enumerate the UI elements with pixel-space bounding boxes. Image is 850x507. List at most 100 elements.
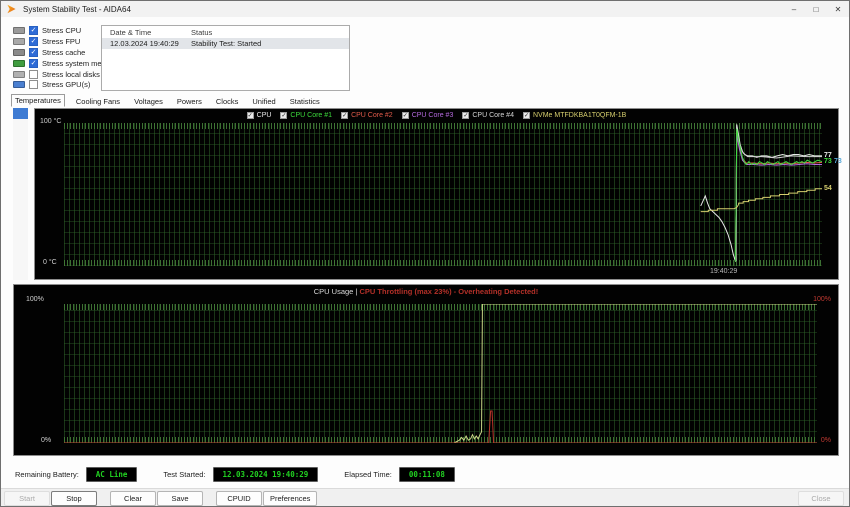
legend-cpu-core-1[interactable]: ✓ CPU Core #1 <box>280 112 332 119</box>
legend-checkbox[interactable]: ✓ <box>522 112 530 119</box>
status-bar: Remaining Battery: AC Line Test Started:… <box>1 462 849 486</box>
tab-unified[interactable]: Unified <box>249 96 278 107</box>
titlebar: System Stability Test - AIDA64 – □ ✕ <box>1 1 849 17</box>
usage-series-canvas <box>64 304 817 443</box>
value-label: 73 <box>824 157 832 165</box>
checkbox-stress-cache[interactable]: ✓ <box>29 47 38 57</box>
usage-title-text: CPU Usage <box>313 287 354 296</box>
temp-time-tick: 19:40:29 <box>710 268 738 275</box>
preferences-button[interactable]: Preferences <box>263 491 318 506</box>
table-row[interactable]: 12.03.2024 19:40:29 Stability Test: Start… <box>102 38 349 49</box>
usage-title-separator: | <box>355 287 358 296</box>
temperature-series-canvas <box>64 123 822 266</box>
stop-button[interactable]: Stop <box>51 491 97 506</box>
legend-label: CPU Core #3 <box>411 112 454 119</box>
cell-datetime: 12.03.2024 19:40:29 <box>110 39 179 48</box>
tab-clocks[interactable]: Clocks <box>213 96 242 107</box>
legend-cpu-core-2[interactable]: ✓ CPU Core #2 <box>341 112 393 119</box>
usage-left-axis-max: 100% <box>26 296 44 303</box>
app-icon <box>7 4 16 14</box>
checkbox-stress-local-disks[interactable] <box>29 69 38 79</box>
checkbox-stress-cpu[interactable]: ✓ <box>29 25 38 35</box>
legend-label: CPU Core #4 <box>472 112 514 119</box>
usage-left-axis-min: 0% <box>41 437 52 444</box>
window-title: System Stability Test - AIDA64 <box>23 4 131 14</box>
value-label: 54 <box>824 184 832 192</box>
legend-label: NVMe MTFDKBA1T0QFM-1B <box>532 112 627 119</box>
event-log-table[interactable]: Date & Time Status 12.03.2024 19:40:29 Sta… <box>101 25 350 91</box>
tab-cooling-fans[interactable]: Cooling Fans <box>73 96 123 107</box>
fpu-icon <box>13 37 25 45</box>
maximize-button[interactable]: □ <box>805 1 827 17</box>
temp-axis-max: 100 °C <box>40 118 62 125</box>
stress-option-label: Stress local disks <box>42 69 100 79</box>
stress-option-label: Stress cache <box>42 47 86 57</box>
cache-icon <box>13 48 25 56</box>
cpu-icon <box>13 26 25 34</box>
graph-legend: ✓ CPU ✓ CPU Core #1 ✓ CPU Core #2 ✓ CPU Core #3… <box>35 110 838 121</box>
close-action-button[interactable]: Close <box>798 491 844 506</box>
test-started-value: 12.03.2024 19:40:29 <box>212 466 319 482</box>
elapsed-time-label: Elapsed Time: <box>344 469 392 479</box>
temperature-graph: ✓ CPU ✓ CPU Core #1 ✓ CPU Core #2 ✓ CPU Core #3… <box>34 108 842 280</box>
series-cpu <box>701 124 822 260</box>
temp-axis-min: 0 °C <box>43 259 57 266</box>
checkbox-stress-gpu-s[interactable] <box>29 80 38 90</box>
usage-graph: CPU Usage | CPU Throttling (max 23%) - O… <box>13 284 839 456</box>
tab-powers[interactable]: Powers <box>174 96 205 107</box>
elapsed-time-value: 00:11:08 <box>398 466 455 482</box>
legend-cpu[interactable]: ✓ CPU <box>246 112 272 119</box>
stress-option-label: Stress FPU <box>42 36 81 46</box>
graph-scrollbar[interactable] <box>13 108 28 280</box>
minimize-button[interactable]: – <box>783 1 805 17</box>
tab-temperatures[interactable]: Temperatures <box>11 94 65 107</box>
tab-voltages[interactable]: Voltages <box>131 96 166 107</box>
usage-plot <box>64 304 817 443</box>
legend-checkbox[interactable]: ✓ <box>280 112 288 119</box>
button-bar: Start Stop Clear Save CPUID Preferences Close <box>1 488 849 506</box>
legend-label: CPU Core #2 <box>351 112 393 119</box>
series-cpu-core-3 <box>736 134 822 261</box>
legend-checkbox[interactable]: ✓ <box>462 112 470 119</box>
legend-label: CPU <box>256 112 272 119</box>
cell-status: Stability Test: Started <box>191 39 262 48</box>
battery-label: Remaining Battery: <box>15 469 79 479</box>
legend-cpu-core-4[interactable]: ✓ CPU Core #4 <box>462 112 514 119</box>
app-window: System Stability Test - AIDA64 – □ ✕ ✓ St… <box>0 0 850 507</box>
stress-option-label: Stress CPU <box>42 25 82 35</box>
tab-statistics[interactable]: Statistics <box>287 96 323 107</box>
clear-button[interactable]: Clear <box>110 491 156 506</box>
save-button[interactable]: Save <box>157 491 203 506</box>
cpuid-button[interactable]: CPUID <box>216 491 262 506</box>
value-label: 73 <box>834 157 842 165</box>
graph-scrollbar-thumb[interactable] <box>13 108 28 119</box>
throttling-alert-text: CPU Throttling (max 23%) - Overheating D… <box>359 287 539 296</box>
series-cpu-core-2 <box>736 132 822 262</box>
event-log-body: 12.03.2024 19:40:29 Stability Test: Start… <box>102 38 349 49</box>
usage-right-axis-min: 0% <box>820 437 831 444</box>
event-log-header: Date & Time Status <box>102 26 349 38</box>
column-header: Status <box>191 27 213 37</box>
legend-checkbox[interactable]: ✓ <box>246 112 254 119</box>
column-header: Date & Time <box>110 27 152 37</box>
legend-nvme-mtfdkba1t0qfm-1b[interactable]: ✓ NVMe MTFDKBA1T0QFM-1B <box>522 112 627 119</box>
checkbox-stress-fpu[interactable]: ✓ <box>29 36 38 46</box>
checkbox-stress-system-memory[interactable]: ✓ <box>29 58 38 68</box>
disk-icon <box>13 70 25 78</box>
temperature-plot <box>64 123 822 266</box>
legend-checkbox[interactable]: ✓ <box>341 112 349 119</box>
close-window-button[interactable]: ✕ <box>827 1 849 17</box>
test-started-label: Test Started: <box>163 469 206 479</box>
start-button[interactable]: Start <box>4 491 50 506</box>
series-nvme-mtfdkba1t0qfm-1b <box>701 189 822 212</box>
legend-cpu-core-3[interactable]: ✓ CPU Core #3 <box>401 112 454 119</box>
tab-bar: Temperatures Cooling Fans Voltages Powers Cl… <box>11 93 323 107</box>
gpu-icon <box>13 81 25 89</box>
usage-graph-title: CPU Usage | CPU Throttling (max 23%) - O… <box>14 287 838 296</box>
usage-right-axis-max: 100% <box>813 296 831 303</box>
stress-option-label: Stress GPU(s) <box>42 80 91 90</box>
legend-checkbox[interactable]: ✓ <box>401 112 409 119</box>
series-cpu-throttling <box>64 411 817 443</box>
battery-value: AC Line <box>85 466 138 482</box>
series-cpu-core-1 <box>736 129 822 262</box>
